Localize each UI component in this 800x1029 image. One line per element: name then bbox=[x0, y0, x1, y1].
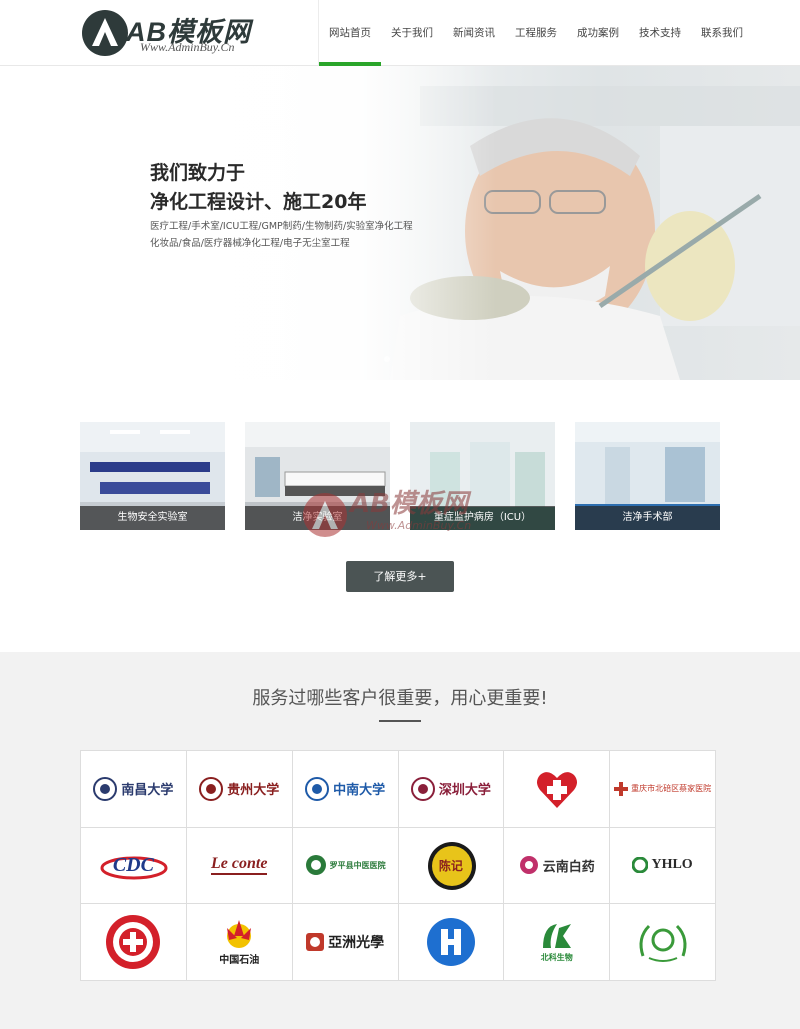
client-logo[interactable]: 云南白药 bbox=[504, 827, 611, 905]
client-logo[interactable]: YHLO bbox=[610, 827, 716, 905]
nav-about[interactable]: 关于我们 bbox=[381, 0, 443, 66]
case-card[interactable]: 生物安全实验室 bbox=[80, 422, 225, 530]
logo-subtitle: Www.AdminBuy.Cn bbox=[140, 40, 235, 54]
banner-subtitle: 医疗工程/手术室/ICU工程/GMP制药/生物制药/实验室净化工程 化妆品/食品… bbox=[150, 218, 440, 252]
hero-banner[interactable]: 我们致力于 净化工程设计、施工20年 医疗工程/手术室/ICU工程/GMP制药/… bbox=[0, 66, 800, 380]
client-name: 深圳大学 bbox=[438, 782, 491, 798]
client-logo[interactable]: 贵州大学 bbox=[186, 751, 293, 828]
hospital-emblem-icon bbox=[305, 855, 326, 876]
client-name: Le conte bbox=[211, 855, 268, 876]
petrochina-icon bbox=[227, 920, 252, 949]
red-emblem-icon bbox=[106, 915, 161, 970]
watermark: AB模板网 Www.AdminBuy.Cn bbox=[300, 475, 510, 555]
site-logo[interactable]: AB模板网 Www.AdminBuy.Cn bbox=[80, 8, 280, 60]
client-name: 北科生物 bbox=[540, 952, 573, 962]
asia-optical-icon bbox=[306, 933, 325, 952]
client-logo[interactable] bbox=[81, 904, 187, 981]
client-name: 中国石油 bbox=[219, 955, 260, 967]
nav-support[interactable]: 技术支持 bbox=[629, 0, 691, 66]
university-seal-icon bbox=[410, 776, 435, 801]
title-divider bbox=[379, 720, 421, 722]
client-name: 中南大学 bbox=[333, 782, 386, 798]
learn-more-button[interactable]: 了解更多+ bbox=[346, 561, 454, 592]
client-logo-grid: 南昌大学 贵州大学 中南大学 深圳大学 重庆市北碚区蔡家医院 CDC Le co… bbox=[80, 750, 716, 981]
logo-a-icon bbox=[82, 10, 128, 56]
client-logo[interactable]: Le conte bbox=[186, 827, 293, 905]
main-nav: 网站首页 关于我们 新闻资讯 工程服务 成功案例 技术支持 联系我们 bbox=[318, 0, 753, 66]
banner-title-line1: 我们致力于 bbox=[150, 162, 246, 184]
client-logo[interactable]: 重庆市北碚区蔡家医院 bbox=[610, 751, 716, 828]
client-logo[interactable] bbox=[610, 904, 716, 981]
client-logo[interactable]: 深圳大学 bbox=[398, 751, 505, 828]
flower-icon bbox=[519, 856, 538, 875]
client-logo[interactable]: 陈记 bbox=[398, 827, 505, 905]
client-logo[interactable]: 中南大学 bbox=[292, 751, 399, 828]
green-wreath-icon bbox=[639, 925, 687, 963]
watermark-sub: Www.AdminBuy.Cn bbox=[366, 519, 472, 532]
case-caption: 生物安全实验室 bbox=[80, 506, 225, 530]
nav-services[interactable]: 工程服务 bbox=[505, 0, 567, 66]
client-name: 贵州大学 bbox=[227, 782, 280, 798]
client-logo[interactable]: 亞洲光學 bbox=[292, 904, 399, 981]
client-logo[interactable]: 南昌大学 bbox=[81, 751, 187, 828]
client-name: 陈记 bbox=[438, 858, 463, 873]
heart-cross-icon bbox=[536, 771, 577, 808]
client-name: 重庆市北碚区蔡家医院 bbox=[631, 784, 712, 794]
client-logo[interactable]: 罗平县中医医院 bbox=[292, 827, 399, 905]
watermark-text: AB模板网 bbox=[350, 489, 468, 519]
leaf-icon bbox=[632, 857, 649, 874]
clients-title: 服务过哪些客户很重要，用心更重要! bbox=[252, 688, 548, 709]
carousel-dot[interactable] bbox=[384, 356, 390, 362]
carousel-dots bbox=[384, 356, 390, 362]
nav-contact[interactable]: 联系我们 bbox=[691, 0, 753, 66]
nav-news[interactable]: 新闻资讯 bbox=[443, 0, 505, 66]
banner-sub-line2: 化妆品/食品/医疗器械净化工程/电子无尘室工程 bbox=[150, 238, 350, 249]
client-name: CDC bbox=[112, 853, 154, 876]
client-name: 亞洲光學 bbox=[328, 936, 385, 952]
client-logo[interactable] bbox=[504, 751, 611, 828]
client-logo[interactable]: CDC bbox=[81, 827, 187, 905]
site-header: AB模板网 Www.AdminBuy.Cn 网站首页 关于我们 新闻资讯 工程服… bbox=[0, 0, 800, 66]
client-name: 罗平县中医医院 bbox=[329, 860, 386, 870]
client-name: YHLO bbox=[651, 857, 693, 873]
university-seal-icon bbox=[199, 776, 224, 801]
case-card[interactable]: 洁净手术部 bbox=[575, 422, 720, 530]
banner-title-line2: 净化工程设计、施工20年 bbox=[150, 191, 367, 213]
banner-sub-line1: 医疗工程/手术室/ICU工程/GMP制药/生物制药/实验室净化工程 bbox=[150, 221, 413, 232]
red-cross-icon bbox=[614, 781, 629, 796]
nav-cases[interactable]: 成功案例 bbox=[567, 0, 629, 66]
client-logo[interactable] bbox=[398, 904, 505, 981]
case-caption: 洁净手术部 bbox=[575, 506, 720, 530]
cases-section: 生物安全实验室 洁净实验室 重症监护病房（ICU） bbox=[0, 380, 800, 652]
banner-title: 我们致力于 净化工程设计、施工20年 bbox=[150, 159, 366, 217]
bk-leaf-icon bbox=[542, 923, 571, 948]
university-seal-icon bbox=[93, 776, 118, 801]
hospital-h-icon bbox=[426, 918, 475, 967]
client-logo[interactable]: 中国石油 bbox=[186, 904, 293, 981]
client-name: 云南白药 bbox=[542, 858, 595, 874]
client-logo[interactable]: 北科生物 bbox=[504, 904, 611, 981]
university-seal-icon bbox=[305, 776, 330, 801]
client-name: 南昌大学 bbox=[121, 782, 174, 798]
nav-home[interactable]: 网站首页 bbox=[319, 0, 381, 66]
